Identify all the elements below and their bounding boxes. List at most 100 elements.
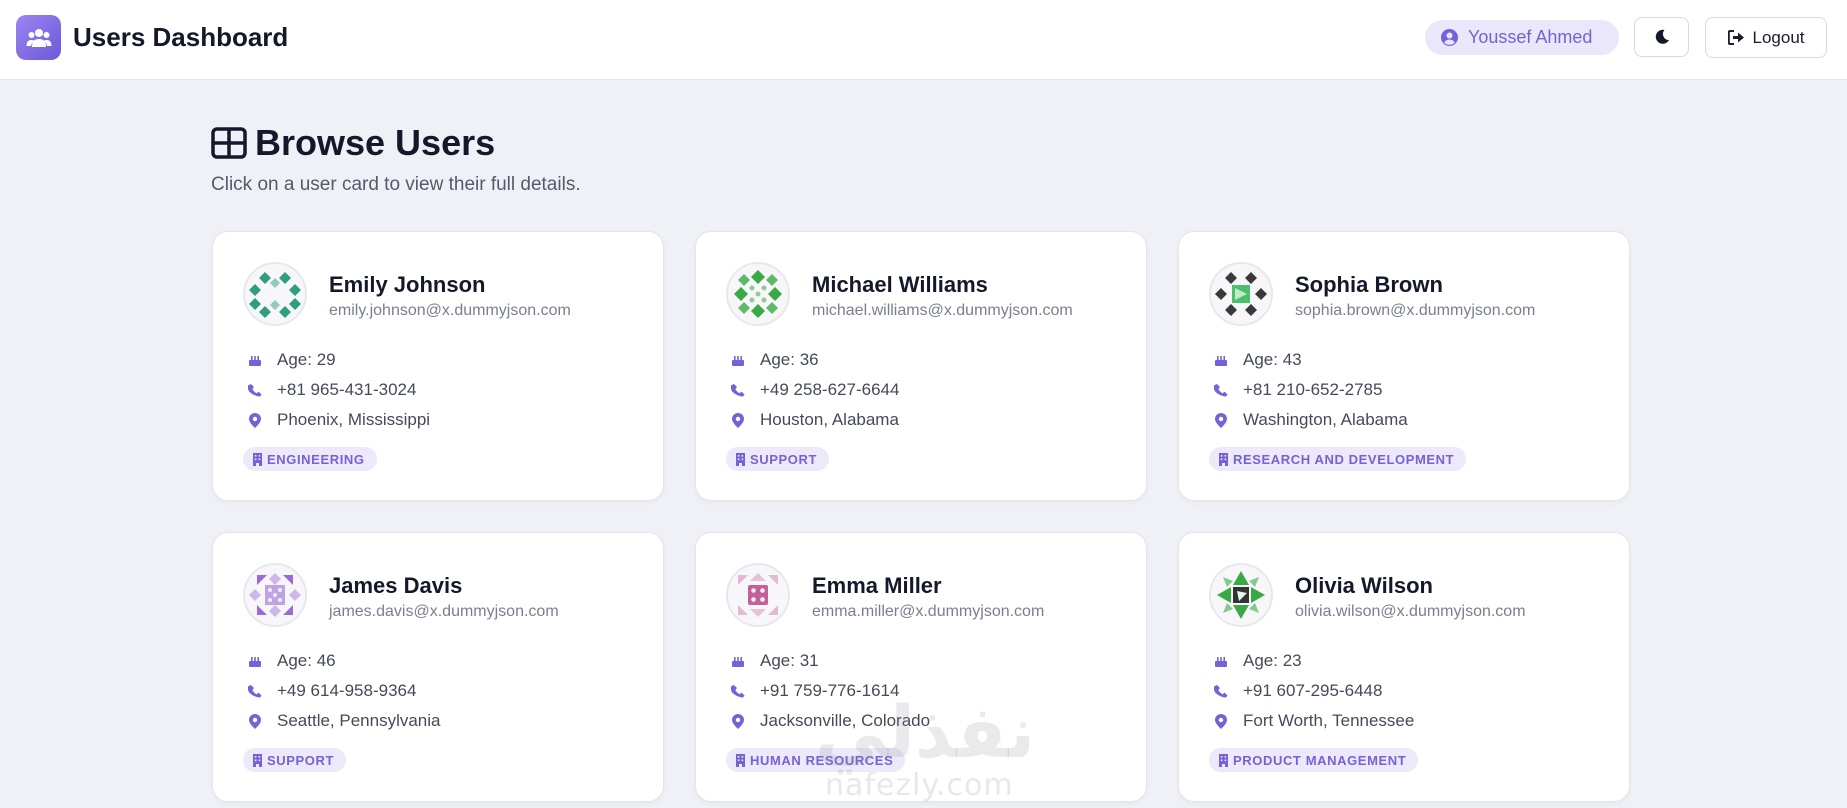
- phone-text: +81 210-652-2785: [1243, 380, 1383, 399]
- user-profile-badge[interactable]: Youssef Ahmed: [1425, 20, 1619, 55]
- phone-row: +49 614-958-9364: [247, 680, 416, 702]
- location-row: Fort Worth, Tennessee: [1213, 710, 1414, 732]
- department-badge: RESEARCH AND DEVELOPMENT: [1209, 447, 1467, 471]
- avatar: [243, 262, 307, 326]
- user-name: James Davis: [329, 573, 463, 598]
- birthday-cake-icon: [247, 353, 263, 367]
- user-email: emma.miller@x.dummyjson.com: [812, 603, 1045, 620]
- phone-text: +81 965-431-3024: [277, 380, 417, 399]
- user-card[interactable]: Olivia Wilson olivia.wilson@x.dummyjson.…: [1178, 532, 1630, 802]
- department-text: RESEARCH AND DEVELOPMENT: [1233, 451, 1455, 467]
- avatar: [243, 563, 307, 627]
- watermark-logo-arabic: نفذلي: [815, 690, 1036, 774]
- theme-toggle-button[interactable]: [1634, 17, 1689, 57]
- age-text: Age: 46: [277, 651, 336, 670]
- avatar: [726, 563, 790, 627]
- building-icon: [736, 452, 745, 466]
- user-name: Michael Williams: [812, 272, 988, 297]
- map-pin-icon: [730, 412, 746, 428]
- map-pin-icon: [730, 713, 746, 729]
- department-text: ENGINEERING: [267, 451, 365, 467]
- age-row: Age: 46: [247, 650, 336, 672]
- department-badge: SUPPORT: [243, 748, 347, 772]
- phone-text: +91 607-295-6448: [1243, 681, 1383, 700]
- location-text: Phoenix, Mississippi: [277, 410, 431, 429]
- user-email: michael.williams@x.dummyjson.com: [812, 302, 1073, 319]
- location-row: Phoenix, Mississippi: [247, 409, 430, 431]
- birthday-cake-icon: [730, 654, 746, 668]
- building-icon: [1219, 753, 1228, 767]
- building-icon: [253, 753, 262, 767]
- location-text: Seattle, Pennsylvania: [277, 711, 441, 730]
- user-name: Emily Johnson: [329, 272, 486, 297]
- age-row: Age: 36: [730, 349, 819, 371]
- department-badge: SUPPORT: [726, 447, 830, 471]
- sign-out-icon: [1727, 30, 1745, 45]
- birthday-cake-icon: [1213, 654, 1229, 668]
- user-card[interactable]: Emily Johnson emily.johnson@x.dummyjson.…: [212, 231, 664, 501]
- logout-button[interactable]: Logout: [1705, 17, 1827, 58]
- map-pin-icon: [247, 713, 263, 729]
- age-row: Age: 29: [247, 349, 336, 371]
- location-text: Houston, Alabama: [760, 410, 899, 429]
- phone-row: +81 210-652-2785: [1213, 379, 1382, 401]
- logout-label: Logout: [1752, 27, 1805, 47]
- building-icon: [253, 452, 262, 466]
- app-title: Users Dashboard: [73, 22, 289, 52]
- user-email: james.davis@x.dummyjson.com: [329, 603, 559, 620]
- age-text: Age: 43: [1243, 350, 1302, 369]
- department-badge: ENGINEERING: [243, 447, 377, 471]
- top-navbar: Users Dashboard Youssef Ahmed Logout: [0, 0, 1847, 80]
- phone-row: +81 965-431-3024: [247, 379, 416, 401]
- moon-icon: [1654, 29, 1670, 45]
- age-text: Age: 36: [760, 350, 819, 369]
- watermark-logo-latin: nafezly.com: [825, 768, 1014, 803]
- age-text: Age: 31: [760, 651, 819, 670]
- page-subtitle: Click on a user card to view their full …: [211, 174, 581, 195]
- department-badge: PRODUCT MANAGEMENT: [1209, 748, 1419, 772]
- page-heading: Browse Users: [211, 120, 495, 166]
- location-text: Fort Worth, Tennessee: [1243, 711, 1415, 730]
- phone-icon: [247, 383, 263, 398]
- phone-row: +91 607-295-6448: [1213, 680, 1382, 702]
- user-name: Emma Miller: [812, 573, 942, 598]
- user-email: olivia.wilson@x.dummyjson.com: [1295, 603, 1526, 620]
- user-name: Sophia Brown: [1295, 272, 1443, 297]
- user-name: Youssef Ahmed: [1468, 27, 1593, 47]
- phone-icon: [730, 684, 746, 699]
- building-icon: [736, 753, 745, 767]
- location-row: Houston, Alabama: [730, 409, 899, 431]
- phone-row: +49 258-627-6644: [730, 379, 899, 401]
- avatar: [1209, 563, 1273, 627]
- birthday-cake-icon: [730, 353, 746, 367]
- age-row: Age: 43: [1213, 349, 1302, 371]
- birthday-cake-icon: [247, 654, 263, 668]
- user-email: emily.johnson@x.dummyjson.com: [329, 302, 571, 319]
- phone-icon: [1213, 684, 1229, 699]
- table-cells-icon: [211, 127, 247, 159]
- building-icon: [1219, 452, 1228, 466]
- map-pin-icon: [1213, 412, 1229, 428]
- map-pin-icon: [1213, 713, 1229, 729]
- department-text: PRODUCT MANAGEMENT: [1233, 752, 1407, 768]
- avatar: [726, 262, 790, 326]
- user-email: sophia.brown@x.dummyjson.com: [1295, 302, 1536, 319]
- age-row: Age: 23: [1213, 650, 1302, 672]
- phone-icon: [730, 383, 746, 398]
- users-icon: [16, 15, 61, 60]
- location-row: Seattle, Pennsylvania: [247, 710, 441, 732]
- user-card[interactable]: James Davis james.davis@x.dummyjson.com …: [212, 532, 664, 802]
- avatar: [1209, 262, 1273, 326]
- page-title: Browse Users: [255, 122, 496, 163]
- age-row: Age: 31: [730, 650, 819, 672]
- phone-icon: [247, 684, 263, 699]
- department-text: SUPPORT: [267, 752, 335, 768]
- location-row: Washington, Alabama: [1213, 409, 1408, 431]
- user-circle-icon: [1441, 29, 1458, 46]
- age-text: Age: 29: [277, 350, 336, 369]
- user-name: Olivia Wilson: [1295, 573, 1433, 598]
- user-card[interactable]: Michael Williams michael.williams@x.dumm…: [695, 231, 1147, 501]
- map-pin-icon: [247, 412, 263, 428]
- user-card[interactable]: Sophia Brown sophia.brown@x.dummyjson.co…: [1178, 231, 1630, 501]
- department-text: SUPPORT: [750, 451, 818, 467]
